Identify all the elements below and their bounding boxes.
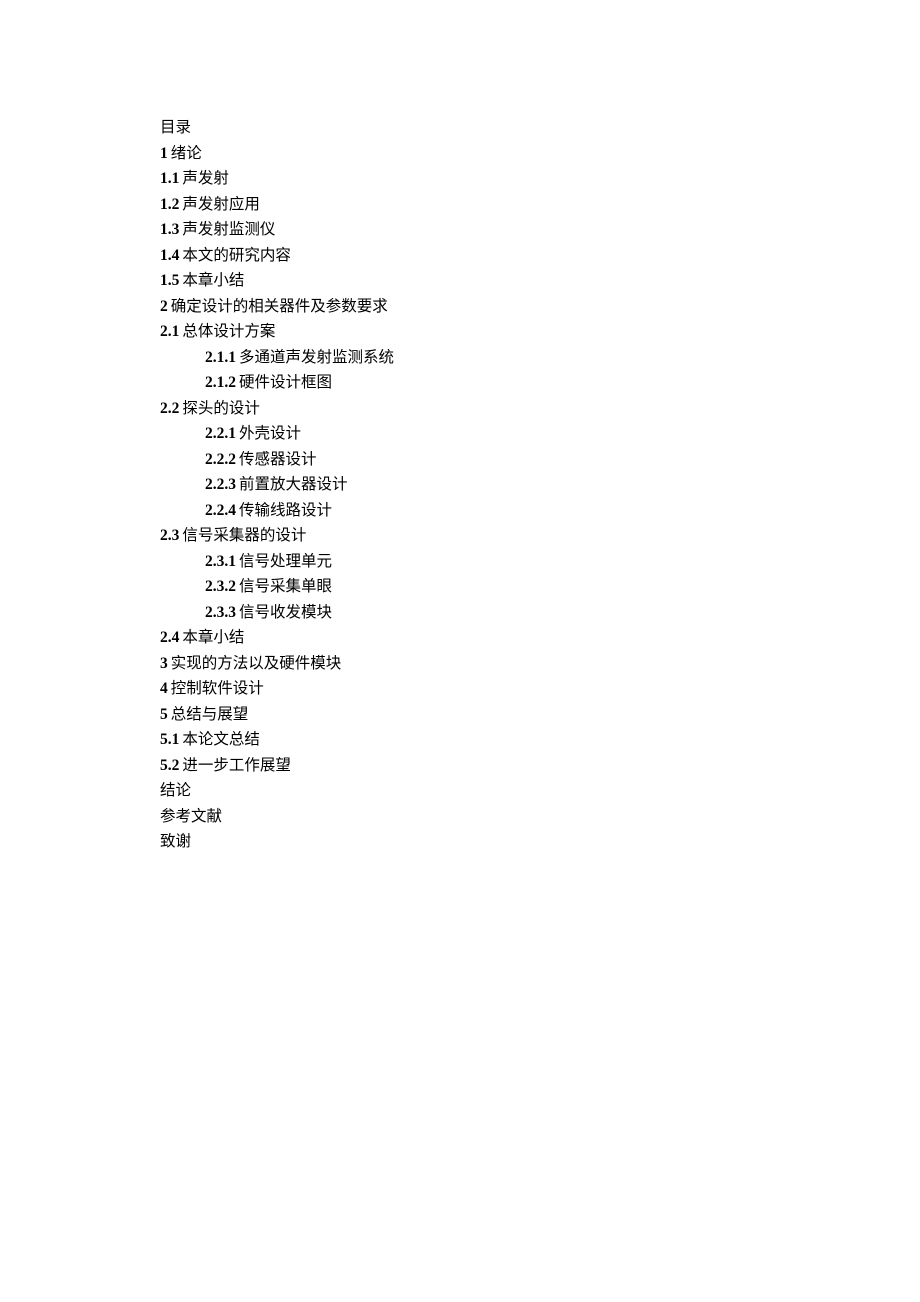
toc-entry-text: 绪论 bbox=[171, 145, 202, 162]
toc-entry-number: 1.2 bbox=[160, 196, 179, 213]
toc-entry-text: 声发射应用 bbox=[182, 196, 260, 213]
toc-entry-text: 参考文献 bbox=[160, 808, 222, 825]
toc-entry: 2.3.3信号收发模块 bbox=[160, 600, 760, 626]
toc-entry-number: 3 bbox=[160, 655, 168, 672]
toc-entry: 1.5本章小结 bbox=[160, 268, 760, 294]
toc-entry-text: 声发射 bbox=[182, 170, 229, 187]
toc-entry: 参考文献 bbox=[160, 804, 760, 830]
toc-entry-text: 本论文总结 bbox=[182, 731, 260, 748]
toc-entry-number: 1 bbox=[160, 145, 168, 162]
toc-entry: 1.1声发射 bbox=[160, 166, 760, 192]
toc-entry-text: 本文的研究内容 bbox=[182, 247, 291, 264]
toc-entry-number: 2.2.1 bbox=[205, 425, 236, 442]
toc-entry-text: 总体设计方案 bbox=[182, 323, 275, 340]
toc-page: 目录 1绪论1.1声发射1.2声发射应用1.3声发射监测仪1.4本文的研究内容1… bbox=[0, 0, 760, 855]
toc-entry: 致谢 bbox=[160, 829, 760, 855]
toc-entry-text: 确定设计的相关器件及参数要求 bbox=[171, 298, 388, 315]
toc-entry-number: 1.1 bbox=[160, 170, 179, 187]
toc-entry: 2.3.2信号采集单眼 bbox=[160, 574, 760, 600]
toc-entry-text: 本章小结 bbox=[182, 629, 244, 646]
toc-entry-number: 2.2 bbox=[160, 400, 179, 417]
toc-entry-number: 1.4 bbox=[160, 247, 179, 264]
toc-entry: 2.3.1信号处理单元 bbox=[160, 549, 760, 575]
toc-entry-number: 1.3 bbox=[160, 221, 179, 238]
toc-entry: 2.1.2硬件设计框图 bbox=[160, 370, 760, 396]
toc-entry-number: 2 bbox=[160, 298, 168, 315]
toc-entry-number: 5.2 bbox=[160, 757, 179, 774]
toc-entry: 1.4本文的研究内容 bbox=[160, 243, 760, 269]
toc-entry: 2.2.2传感器设计 bbox=[160, 447, 760, 473]
toc-entry: 2.2.3前置放大器设计 bbox=[160, 472, 760, 498]
toc-entry-text: 信号采集单眼 bbox=[239, 578, 332, 595]
toc-entry: 5总结与展望 bbox=[160, 702, 760, 728]
toc-entry-text: 声发射监测仪 bbox=[182, 221, 275, 238]
toc-entry: 2.2探头的设计 bbox=[160, 396, 760, 422]
toc-entry-number: 5 bbox=[160, 706, 168, 723]
toc-entry-number: 2.1.2 bbox=[205, 374, 236, 391]
toc-entry: 4控制软件设计 bbox=[160, 676, 760, 702]
toc-entry-number: 2.2.2 bbox=[205, 451, 236, 468]
toc-entry: 2.2.1外壳设计 bbox=[160, 421, 760, 447]
toc-entry: 2确定设计的相关器件及参数要求 bbox=[160, 294, 760, 320]
toc-entry-number: 2.1.1 bbox=[205, 349, 236, 366]
toc-entry-text: 多通道声发射监测系统 bbox=[239, 349, 394, 366]
toc-entry-text: 前置放大器设计 bbox=[239, 476, 348, 493]
toc-entry: 2.1总体设计方案 bbox=[160, 319, 760, 345]
toc-entry-text: 探头的设计 bbox=[182, 400, 260, 417]
toc-entry-text: 进一步工作展望 bbox=[182, 757, 291, 774]
toc-entry: 2.2.4传输线路设计 bbox=[160, 498, 760, 524]
toc-entry-text: 外壳设计 bbox=[239, 425, 301, 442]
toc-entry-text: 硬件设计框图 bbox=[239, 374, 332, 391]
toc-entry-number: 2.3.3 bbox=[205, 604, 236, 621]
toc-entry-number: 5.1 bbox=[160, 731, 179, 748]
toc-entry-text: 信号采集器的设计 bbox=[182, 527, 306, 544]
toc-entry-number: 2.1 bbox=[160, 323, 179, 340]
toc-entry-text: 致谢 bbox=[160, 833, 191, 850]
toc-entry-text: 控制软件设计 bbox=[171, 680, 264, 697]
toc-entry-text: 信号处理单元 bbox=[239, 553, 332, 570]
toc-entry-number: 2.2.4 bbox=[205, 502, 236, 519]
toc-entry-number: 2.3 bbox=[160, 527, 179, 544]
toc-entry-text: 总结与展望 bbox=[171, 706, 249, 723]
toc-entry: 结论 bbox=[160, 778, 760, 804]
toc-heading: 目录 bbox=[160, 115, 760, 141]
toc-entry-number: 1.5 bbox=[160, 272, 179, 289]
toc-entry-number: 4 bbox=[160, 680, 168, 697]
toc-entry-number: 2.2.3 bbox=[205, 476, 236, 493]
toc-entry-text: 传感器设计 bbox=[239, 451, 317, 468]
toc-entry: 5.1本论文总结 bbox=[160, 727, 760, 753]
toc-entry-text: 信号收发模块 bbox=[239, 604, 332, 621]
toc-entry-text: 实现的方法以及硬件模块 bbox=[171, 655, 342, 672]
toc-entry-number: 2.3.1 bbox=[205, 553, 236, 570]
toc-entry: 1绪论 bbox=[160, 141, 760, 167]
toc-list: 1绪论1.1声发射1.2声发射应用1.3声发射监测仪1.4本文的研究内容1.5本… bbox=[160, 141, 760, 855]
toc-entry: 2.3信号采集器的设计 bbox=[160, 523, 760, 549]
toc-entry: 1.3声发射监测仪 bbox=[160, 217, 760, 243]
toc-entry-number: 2.3.2 bbox=[205, 578, 236, 595]
toc-entry-text: 传输线路设计 bbox=[239, 502, 332, 519]
toc-entry: 3实现的方法以及硬件模块 bbox=[160, 651, 760, 677]
toc-entry: 2.1.1多通道声发射监测系统 bbox=[160, 345, 760, 371]
toc-entry-number: 2.4 bbox=[160, 629, 179, 646]
toc-entry-text: 结论 bbox=[160, 782, 191, 799]
toc-entry: 1.2声发射应用 bbox=[160, 192, 760, 218]
toc-entry: 5.2进一步工作展望 bbox=[160, 753, 760, 779]
toc-entry: 2.4本章小结 bbox=[160, 625, 760, 651]
toc-entry-text: 本章小结 bbox=[182, 272, 244, 289]
